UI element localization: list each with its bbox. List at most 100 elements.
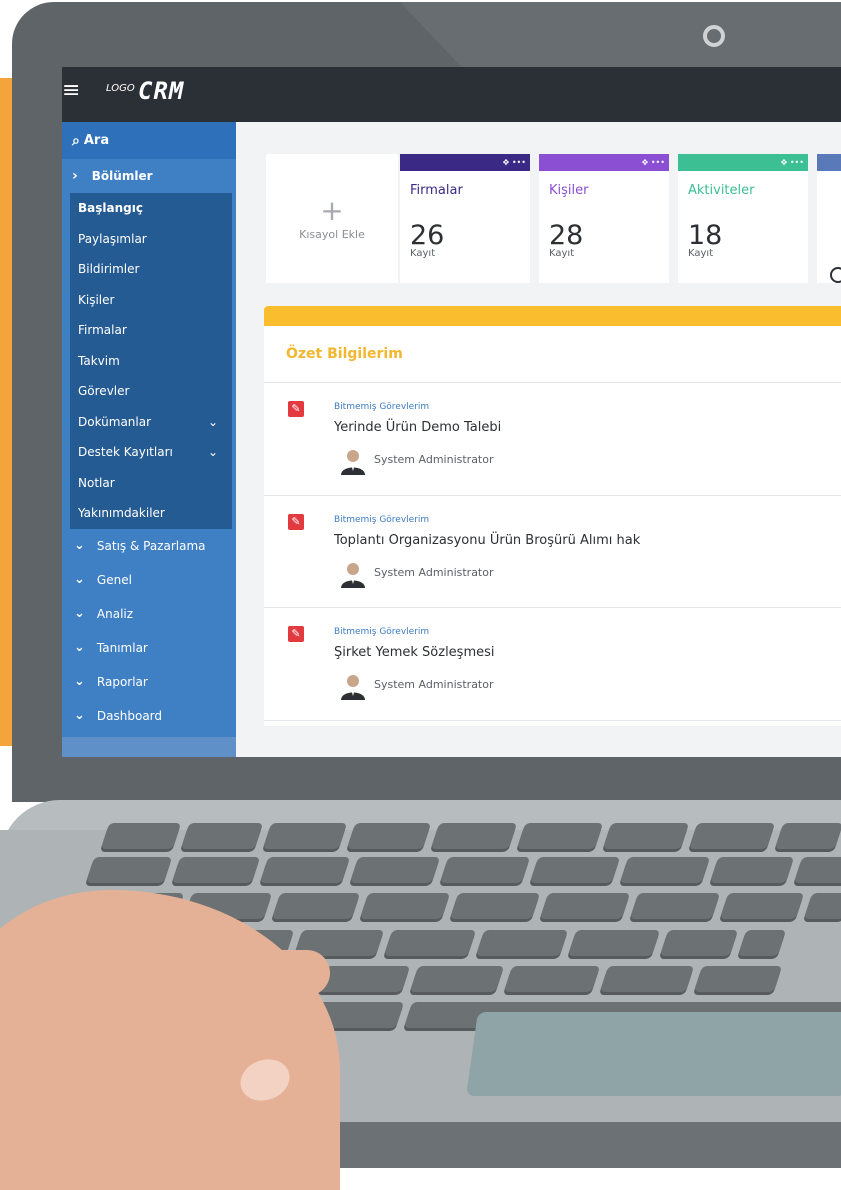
logo-small-text: LOGO [106, 83, 135, 94]
sidebar-item-destek-kayitlari[interactable]: Destek Kayıtları ⌄ [70, 437, 232, 468]
sidebar-group-dashboard[interactable]: ⌄ Dashboard [62, 699, 236, 733]
sidebar-group-tanimlar[interactable]: ⌄ Tanımlar [62, 631, 236, 665]
sidebar-item-label: Başlangıç [78, 201, 143, 216]
chevron-down-icon: ⌄ [74, 708, 85, 723]
task-name[interactable]: Toplantı Organizasyonu Ürün Broşürü Alım… [334, 533, 640, 548]
card-count: 28 [549, 220, 584, 251]
sidebar-group-satis-pazarlama[interactable]: ⌄ Satış & Pazarlama [62, 529, 236, 563]
sidebar-item-bildirimler[interactable]: Bildirimler [70, 254, 232, 285]
sidebar-item-takvim[interactable]: Takvim [70, 346, 232, 377]
task-item[interactable]: ✎ Bitmemiş Görevlerim Yerinde Ürün Demo … [264, 383, 841, 496]
edit-task-icon: ✎ [288, 626, 304, 642]
sidebar-item-label: Notlar [78, 475, 115, 490]
sidebar-item-label: Kişiler [78, 292, 115, 307]
sidebar-group-label: Satış & Pazarlama [96, 538, 206, 553]
sidebar-item-paylasimlar[interactable]: Paylaşımlar [70, 224, 232, 255]
card-sub: Kayıt [549, 248, 575, 259]
chevron-down-icon: ⌄ [74, 640, 85, 655]
add-shortcut-button[interactable]: + Kısayol Ekle [266, 154, 398, 283]
sidebar-group-genel[interactable]: ⌄ Genel [62, 563, 236, 597]
menu-icon[interactable]: ≡ [62, 80, 82, 102]
sidebar-item-baslangic[interactable]: Başlangıç [70, 193, 232, 224]
chevron-down-icon: ⌄ [207, 414, 218, 429]
shortcut-card-kisiler[interactable]: ✥ ••• Kişiler 28 Kayıt [539, 154, 669, 283]
user-avatar [341, 450, 365, 475]
section-label: Bölümler [91, 169, 153, 183]
task-name[interactable]: Şirket Yemek Sözleşmesi [334, 645, 495, 660]
sidebar-group-label: Tanımlar [96, 640, 148, 655]
sidebar-item-yakinimdakiler[interactable]: Yakınımdakiler [70, 498, 232, 529]
task-user: System Administrator [374, 678, 494, 691]
sidebar-group-analiz[interactable]: ⌄ Analiz [62, 597, 236, 631]
user-avatar [341, 675, 365, 700]
sidebar-group-label: Analiz [96, 606, 134, 621]
chevron-down-icon: ⌄ [207, 445, 218, 460]
user-avatar [341, 562, 365, 588]
move-icon[interactable]: ✥ ••• [781, 158, 804, 167]
task-category[interactable]: Bitmemiş Görevlerim [334, 627, 429, 637]
sidebar-item-notlar[interactable]: Notlar [70, 468, 232, 499]
task-category[interactable]: Bitmemiş Görevlerim [334, 515, 429, 525]
finger [150, 950, 330, 996]
sidebar-search[interactable]: ⌕ Ara [62, 122, 236, 159]
edit-task-icon: ✎ [288, 401, 304, 417]
task-item[interactable]: ✎ Bitmemiş Görevlerim Şirket Yemek Sözle… [264, 608, 841, 721]
target-icon[interactable] [830, 267, 841, 283]
main-content: + Kısayol Ekle ✥ ••• Firmalar 26 Kayıt ✥… [236, 122, 841, 757]
task-name[interactable]: Yerinde Ürün Demo Talebi [334, 420, 501, 435]
sidebar-item-kisiler[interactable]: Kişiler [70, 285, 232, 316]
logo-crm-text: CRM [138, 77, 185, 105]
sidebar-item-firmalar[interactable]: Firmalar [70, 315, 232, 346]
card-title: Aktiviteler [688, 183, 755, 198]
sidebar-footer [62, 737, 236, 757]
plus-icon: + [320, 194, 344, 227]
summary-title: Özet Bilgilerim [264, 326, 841, 383]
trackpad [466, 1012, 841, 1096]
task-category[interactable]: Bitmemiş Görevlerim [334, 402, 429, 412]
card-sub: Kayıt [410, 248, 436, 259]
sidebar-group-raporlar[interactable]: ⌄ Raporlar [62, 665, 236, 699]
sidebar-group-label: Dashboard [96, 708, 163, 723]
card-header-bar: ✥ ••• [678, 154, 808, 171]
card-title: Firmalar [410, 183, 463, 198]
chevron-down-icon: ⌄ [74, 606, 85, 621]
sidebar-group-label: Genel [96, 572, 132, 587]
task-user: System Administrator [374, 565, 494, 579]
card-header-bar: ✥ ••• [539, 154, 669, 171]
search-label: Ara [83, 133, 110, 148]
sidebar-item-gorevler[interactable]: Görevler [70, 376, 232, 407]
shortcut-card-partial[interactable] [817, 154, 841, 283]
laptop-lid-shine [400, 2, 841, 70]
card-header-bar: ✥ ••• [400, 154, 530, 171]
task-item[interactable]: ✎ Bitmemiş Görevlerim Toplantı Organizas… [264, 496, 841, 608]
shortcut-card-firmalar[interactable]: ✥ ••• Firmalar 26 Kayıt [400, 154, 530, 283]
laptop-camera [703, 25, 725, 47]
sidebar-section-bolumler[interactable]: › Bölümler [62, 159, 236, 193]
sidebar-item-label: Destek Kayıtları [78, 445, 173, 460]
sidebar: ⌕ Ara › Bölümler Başlangıç Paylaşımlar B… [62, 122, 236, 757]
sidebar-item-label: Görevler [78, 384, 130, 399]
sidebar-item-label: Yakınımdakiler [78, 506, 165, 521]
crm-screen: ≡ LOGO CRM ⌕ Ara › Bölümler Başlangıç Pa… [62, 67, 841, 757]
sidebar-item-label: Bildirimler [78, 262, 140, 277]
sidebar-item-dokumanlar[interactable]: Dokümanlar ⌄ [70, 407, 232, 438]
card-count: 26 [410, 220, 445, 251]
chevron-down-icon: ⌄ [74, 572, 85, 587]
sidebar-submenu: Başlangıç Paylaşımlar Bildirimler Kişile… [70, 193, 232, 529]
top-bar: ≡ LOGO CRM [62, 67, 841, 122]
card-count: 18 [688, 220, 723, 251]
edit-task-icon: ✎ [288, 513, 304, 530]
sidebar-item-label: Paylaşımlar [78, 231, 147, 246]
sidebar-item-label: Takvim [78, 353, 120, 368]
move-icon[interactable]: ✥ ••• [503, 158, 526, 167]
add-shortcut-label: Kısayol Ekle [299, 228, 365, 241]
search-icon: ⌕ [72, 132, 80, 149]
card-header-bar [817, 154, 841, 171]
move-icon[interactable]: ✥ ••• [642, 158, 665, 167]
shortcut-card-aktiviteler[interactable]: ✥ ••• Aktiviteler 18 Kayıt [678, 154, 808, 283]
task-user: System Administrator [374, 453, 494, 466]
sidebar-item-label: Firmalar [78, 323, 127, 338]
chevron-right-icon: › [72, 168, 78, 184]
sidebar-group-label: Raporlar [96, 674, 148, 689]
card-title: Kişiler [549, 183, 589, 198]
